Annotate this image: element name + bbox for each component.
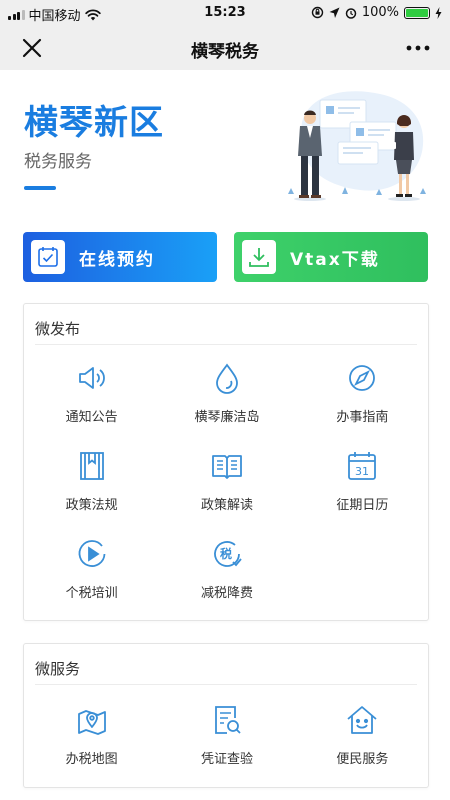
tax-reduction-icon: 税 <box>214 541 242 567</box>
menu-item-label: 横琴廉洁岛 <box>194 410 260 425</box>
water-drop-icon <box>216 363 238 394</box>
download-icon <box>242 240 276 274</box>
micro-service-card: 微服务 办税地图 凭证查验 便民服务 <box>23 643 429 788</box>
vtax-download-button[interactable]: Vtax下载 <box>234 232 428 282</box>
menu-item-label: 政策解读 <box>200 498 253 513</box>
status-right: 100% <box>311 5 442 20</box>
charging-icon <box>435 6 442 19</box>
business-people-illustration <box>288 91 426 201</box>
menu-item-tax-calendar[interactable]: 31 征期日历 <box>295 448 430 536</box>
status-bar: 中国移动 15:23 100% <box>0 0 450 26</box>
menu-item-label: 征期日历 <box>336 498 389 513</box>
menu-item-tax-map[interactable]: 办税地图 <box>24 702 159 790</box>
micro-publish-card: 微发布 通知公告 横琴廉洁岛 办事指南 政策法规 政策解读 31 征期日历 个税… <box>23 303 429 621</box>
navigation-bar: 横琴税务 <box>0 26 450 70</box>
menu-item-policy-interpretation[interactable]: 政策解读 <box>159 448 294 536</box>
online-appointment-button[interactable]: 在线预约 <box>23 232 217 282</box>
speaker-icon <box>78 367 105 389</box>
micro-service-title: 微服务 <box>35 660 81 678</box>
calendar-day-number: 31 <box>355 465 369 478</box>
menu-item-label: 减税降费 <box>200 586 253 601</box>
menu-item-label: 个税培训 <box>65 586 118 601</box>
hero-title: 横琴新区 <box>24 103 164 143</box>
menu-item-integrity-island[interactable]: 横琴廉洁岛 <box>159 360 294 448</box>
compass-icon <box>349 365 376 391</box>
battery-icon <box>404 6 430 19</box>
menu-item-voucher-check[interactable]: 凭证查验 <box>159 702 294 790</box>
rotation-lock-icon <box>311 6 324 19</box>
menu-item-iit-training[interactable]: 个税培训 <box>24 536 159 624</box>
page-content: 横琴新区 税务服务 在线预约 Vtax下载 微发布 通知公告 横琴廉洁岛 办事指… <box>0 70 450 800</box>
menu-item-label: 办税地图 <box>65 752 118 767</box>
more-icon[interactable] <box>404 36 432 60</box>
menu-item-policy-regulations[interactable]: 政策法规 <box>24 448 159 536</box>
play-icon <box>78 540 106 567</box>
menu-item-label: 通知公告 <box>65 410 118 425</box>
menu-item-notice[interactable]: 通知公告 <box>24 360 159 448</box>
micro-publish-grid: 通知公告 横琴廉洁岛 办事指南 政策法规 政策解读 31 征期日历 个税培训 税… <box>24 360 430 624</box>
tax-glyph: 税 <box>220 546 232 561</box>
menu-item-label: 凭证查验 <box>200 752 253 767</box>
location-icon <box>329 7 340 18</box>
house-smile-icon <box>347 706 377 734</box>
calendar-icon: 31 <box>348 452 377 480</box>
menu-item-tax-reduction[interactable]: 税 减税降费 <box>159 536 294 624</box>
hero-accent-line <box>24 186 56 190</box>
menu-item-label: 政策法规 <box>65 498 118 513</box>
map-icon <box>77 710 106 735</box>
book-icon <box>79 452 104 480</box>
card-divider <box>35 344 417 345</box>
page-title: 横琴税务 <box>191 42 259 62</box>
menu-item-guide[interactable]: 办事指南 <box>295 360 430 448</box>
micro-service-grid: 办税地图 凭证查验 便民服务 <box>24 702 430 790</box>
micro-publish-title: 微发布 <box>35 320 81 338</box>
hero-subtitle: 税务服务 <box>24 152 92 172</box>
menu-item-label: 便民服务 <box>336 752 389 767</box>
battery-percent: 100% <box>361 5 399 20</box>
menu-item-convenience-service[interactable]: 便民服务 <box>295 702 430 790</box>
alarm-icon <box>345 7 357 19</box>
calendar-check-icon <box>31 240 65 274</box>
online-appointment-label: 在线预约 <box>79 249 155 270</box>
card-divider <box>35 684 417 685</box>
vtax-download-label: Vtax下载 <box>290 249 380 270</box>
open-book-icon <box>212 455 242 479</box>
document-search-icon <box>215 706 241 734</box>
menu-item-label: 办事指南 <box>336 410 389 425</box>
